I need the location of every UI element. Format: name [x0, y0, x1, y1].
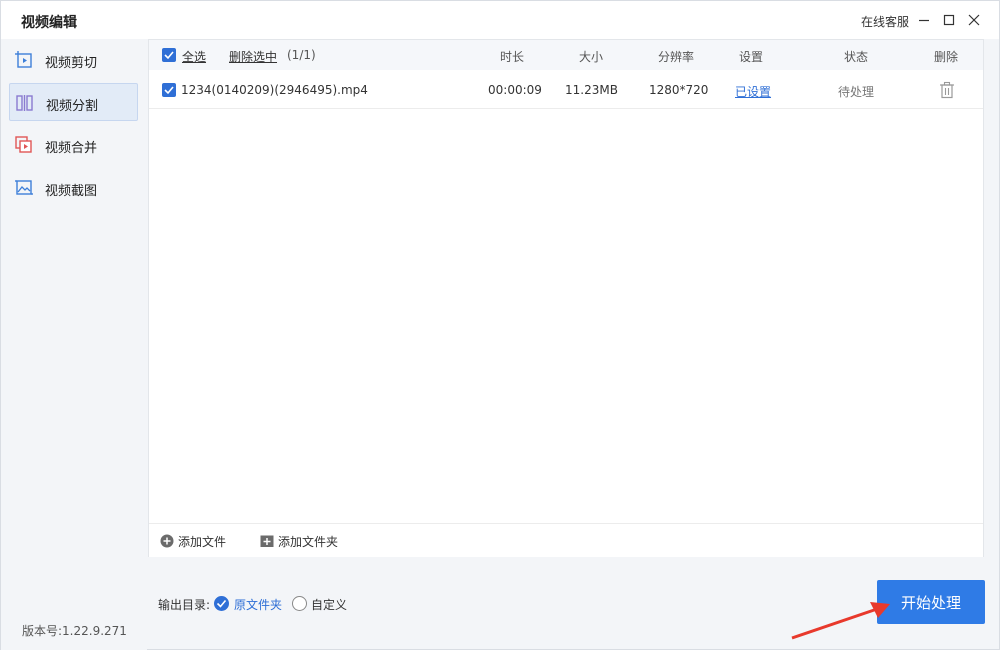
column-header-duration: 时长 — [500, 50, 525, 64]
title-bar: 视频编辑 在线客服 — [1, 1, 999, 39]
file-name: 1234(0140209)(2946495).mp4 — [181, 83, 368, 97]
sidebar-item-label: 视频截图 — [45, 184, 98, 199]
row-checkbox[interactable] — [162, 83, 176, 97]
checkmark-icon — [164, 86, 174, 95]
video-merge-icon — [15, 136, 32, 153]
custom-folder-radio[interactable] — [292, 596, 307, 611]
trash-icon[interactable] — [939, 81, 955, 99]
original-folder-label[interactable]: 原文件夹 — [234, 596, 282, 613]
select-all-checkbox[interactable] — [162, 48, 176, 62]
file-duration: 00:00:09 — [488, 83, 542, 97]
close-button[interactable] — [964, 10, 984, 30]
video-screenshot-icon — [15, 180, 33, 195]
column-header-status: 状态 — [844, 50, 869, 64]
column-header-size: 大小 — [579, 50, 604, 64]
file-resolution: 1280*720 — [649, 83, 709, 97]
video-cut-icon — [15, 51, 32, 68]
file-actions-bar: 添加文件 添加文件夹 — [149, 523, 983, 557]
file-list-panel: 全选 删除选中 (1/1) 时长 大小 分辨率 设置 状态 删除 1234(01… — [148, 39, 984, 557]
output-directory-label: 输出目录: — [158, 598, 211, 612]
sidebar-item-video-split[interactable]: 视频分割 — [9, 83, 138, 121]
add-folder-icon — [260, 535, 274, 547]
delete-selected-link[interactable]: 删除选中 — [229, 48, 277, 65]
online-support-link[interactable]: 在线客服 — [861, 13, 909, 30]
maximize-button[interactable] — [939, 10, 959, 30]
checkmark-icon — [216, 599, 227, 608]
video-split-icon — [16, 95, 33, 111]
column-header-delete: 删除 — [934, 50, 959, 64]
table-header: 全选 删除选中 (1/1) 时长 大小 分辨率 设置 状态 删除 — [149, 40, 983, 70]
file-size: 11.23MB — [565, 83, 618, 97]
app-window: 视频编辑 在线客服 视频剪切 视频分割 视频合并 视频截图 版本号:1.22.9… — [0, 0, 1000, 650]
sidebar: 视频剪切 视频分割 视频合并 视频截图 版本号:1.22.9.271 — [1, 39, 147, 650]
version-label: 版本号:1.22.9.271 — [22, 624, 127, 638]
settings-link[interactable]: 已设置 — [735, 83, 771, 100]
select-all-link[interactable]: 全选 — [182, 48, 206, 65]
add-file-button[interactable]: 添加文件 — [160, 533, 232, 549]
file-status: 待处理 — [838, 85, 875, 99]
custom-folder-label[interactable]: 自定义 — [311, 596, 347, 613]
close-icon — [968, 14, 980, 26]
sidebar-item-video-screenshot[interactable]: 视频截图 — [9, 169, 138, 207]
add-circle-icon — [160, 534, 174, 548]
start-processing-button[interactable]: 开始处理 — [877, 580, 985, 624]
original-folder-radio[interactable] — [214, 596, 229, 611]
add-file-label: 添加文件 — [178, 535, 227, 549]
sidebar-item-label: 视频剪切 — [45, 56, 98, 71]
maximize-icon — [943, 14, 955, 26]
column-header-settings: 设置 — [739, 50, 764, 64]
table-row[interactable]: 1234(0140209)(2946495).mp4 00:00:09 11.2… — [149, 71, 983, 109]
minimize-button[interactable] — [914, 10, 934, 30]
selection-count: (1/1) — [287, 48, 316, 62]
column-header-resolution: 分辨率 — [658, 50, 695, 64]
sidebar-item-label: 视频合并 — [45, 141, 98, 156]
add-folder-button[interactable]: 添加文件夹 — [260, 533, 350, 549]
add-folder-label: 添加文件夹 — [278, 535, 339, 549]
sidebar-item-video-cut[interactable]: 视频剪切 — [9, 41, 138, 79]
sidebar-item-label: 视频分割 — [46, 99, 99, 114]
sidebar-item-video-merge[interactable]: 视频合并 — [9, 126, 138, 164]
app-title: 视频编辑 — [21, 15, 77, 31]
checkmark-icon — [164, 51, 174, 60]
minimize-icon — [919, 19, 929, 22]
